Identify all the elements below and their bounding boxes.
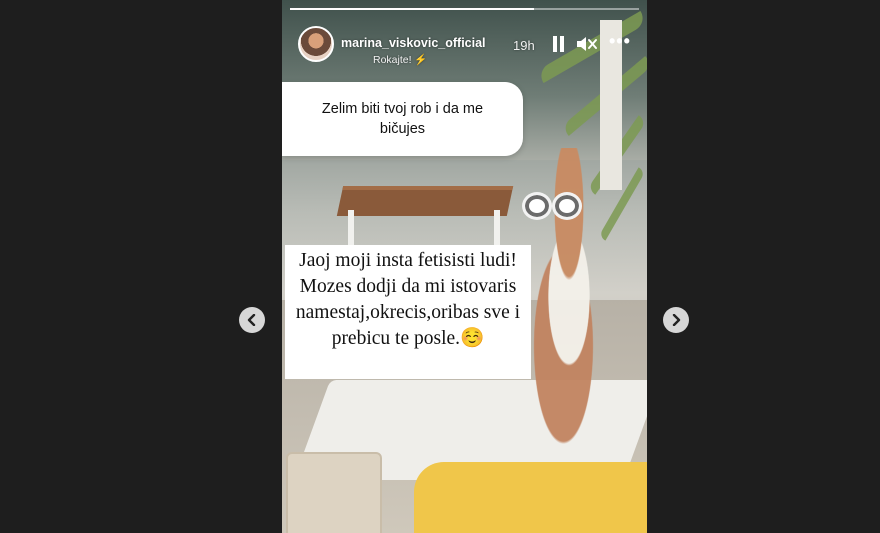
chevron-left-icon — [247, 314, 256, 326]
story-text-overlay: Jaoj moji insta fetisisti ludi! Mozes do… — [285, 245, 531, 379]
mute-button[interactable] — [576, 36, 598, 52]
pause-button[interactable] — [552, 36, 566, 52]
previous-story-button[interactable] — [239, 307, 265, 333]
story-viewer[interactable]: marina_viskovic_official Rokajte! ⚡ 19h … — [282, 0, 647, 533]
story-subtitle: Rokajte! ⚡ — [373, 54, 428, 66]
next-story-button[interactable] — [663, 307, 689, 333]
username-link[interactable]: marina_viskovic_official — [341, 36, 486, 50]
muted-speaker-icon — [577, 37, 597, 51]
more-options-button[interactable]: ••• — [609, 31, 631, 52]
story-header: marina_viskovic_official Rokajte! ⚡ 19h … — [296, 26, 636, 66]
story-progress-bar — [290, 8, 639, 10]
question-sticker: Zelim biti tvoj rob i da me bičujes — [282, 82, 523, 156]
story-timestamp: 19h — [513, 38, 535, 53]
avatar[interactable] — [298, 26, 334, 62]
story-progress-fill — [290, 8, 535, 10]
chevron-right-icon — [672, 314, 681, 326]
